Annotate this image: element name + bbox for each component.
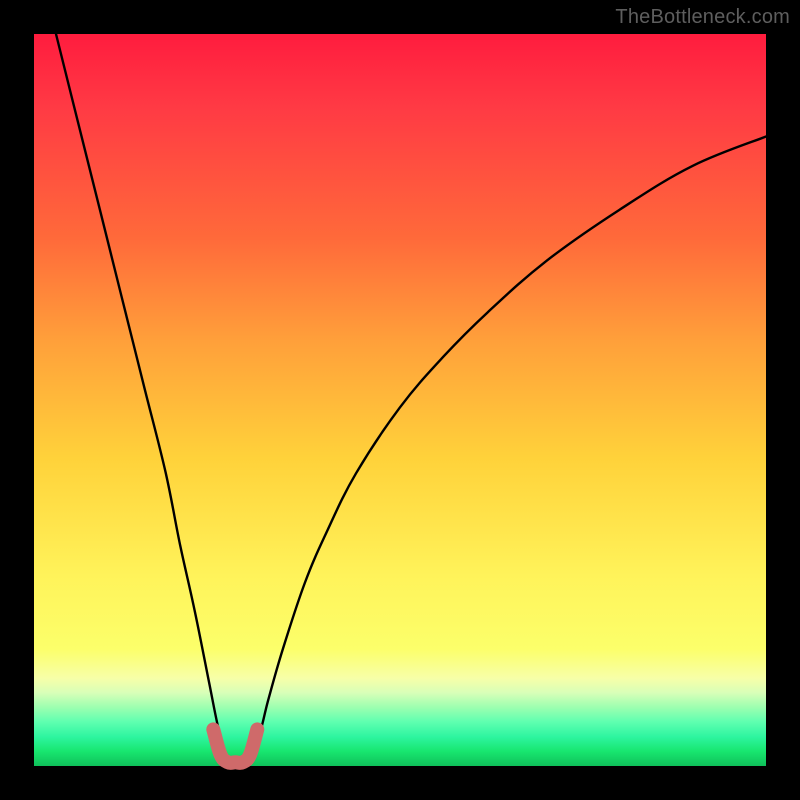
plot-area xyxy=(34,34,766,766)
bottleneck-curve xyxy=(56,34,766,767)
optimal-band xyxy=(213,729,257,763)
curve-layer xyxy=(34,34,766,766)
watermark-text: TheBottleneck.com xyxy=(615,6,790,29)
chart-frame: TheBottleneck.com xyxy=(0,0,800,800)
